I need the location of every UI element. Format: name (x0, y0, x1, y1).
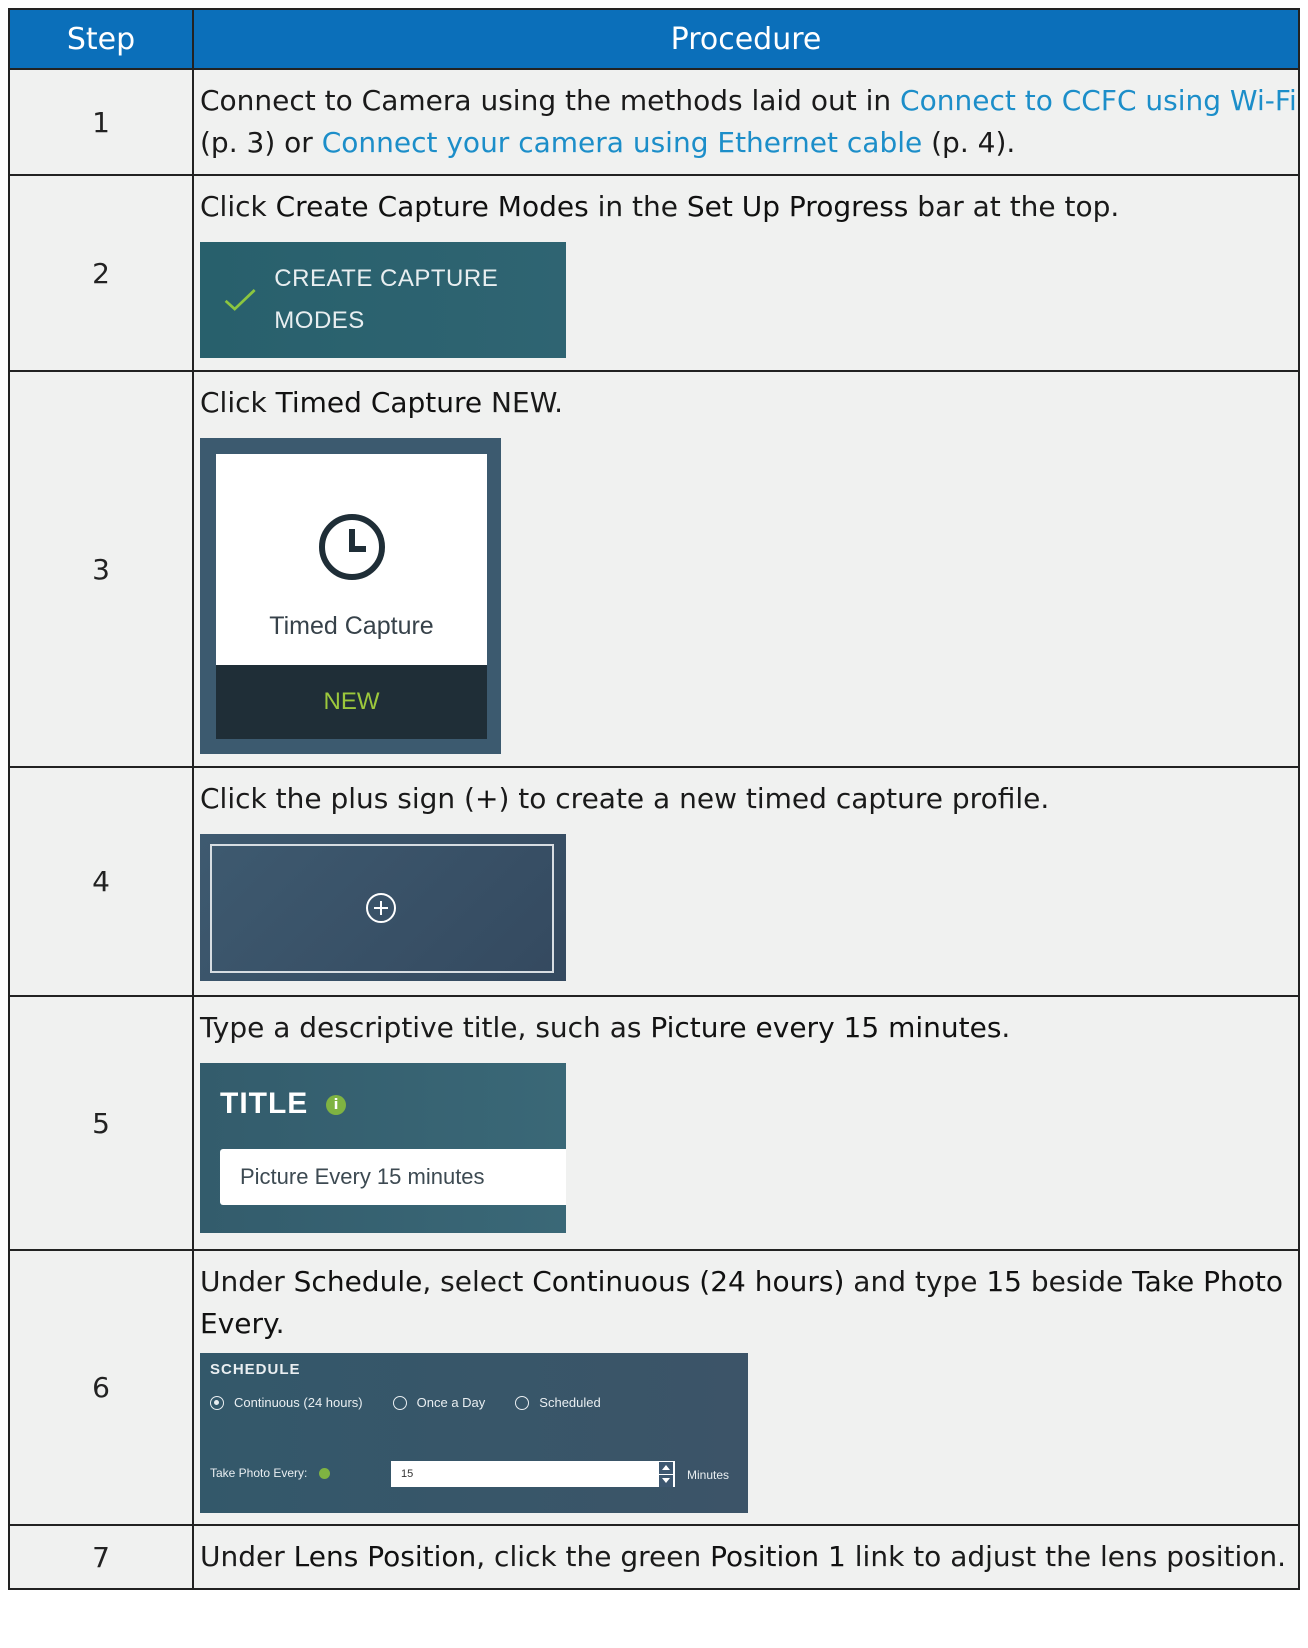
procedure-cell: Click Create Capture Modes in the Set Up… (192, 174, 1300, 372)
create-capture-modes-label: CREATE CAPTURE MODES (274, 265, 499, 334)
table-row: 1 Connect to Camera using the methods la… (8, 68, 1300, 176)
procedure-text: Under Lens Position, click the green Pos… (200, 1536, 1298, 1578)
create-capture-modes-screenshot: CREATE CAPTURE MODES (200, 242, 566, 358)
procedure-table: Step Procedure 1 Connect to Camera using… (8, 8, 1300, 1590)
ui-term: Position 1 (710, 1540, 846, 1573)
header-step: Step (8, 8, 194, 70)
timed-capture-card: Timed Capture (216, 454, 487, 665)
timed-capture-screenshot: Timed Capture NEW (200, 438, 501, 754)
radio-label: Continuous (24 hours) (234, 1395, 363, 1410)
text-fragment: Click the plus sign ( (200, 782, 475, 815)
procedure-text: Click the plus sign (+) to create a new … (200, 778, 1298, 820)
text-fragment: and type (844, 1265, 987, 1298)
radio-continuous: Continuous (24 hours) (210, 1395, 363, 1411)
take-photo-label: Take Photo Every: (210, 1466, 308, 1480)
radio-scheduled: Scheduled (515, 1395, 601, 1411)
table-header-row: Step Procedure (8, 8, 1300, 70)
plus-circle-icon (366, 893, 396, 923)
table-row: 2 Click Create Capture Modes in the Set … (8, 174, 1300, 372)
procedure-cell: Under Lens Position, click the green Pos… (192, 1524, 1300, 1590)
new-label: NEW (216, 665, 487, 739)
clock-icon (318, 514, 385, 580)
ui-term: Lens Position (293, 1540, 477, 1573)
title-input: Picture Every 15 minutes (220, 1149, 566, 1205)
ui-term: Picture every 15 minutes (650, 1011, 1002, 1044)
table-row: 7 Under Lens Position, click the green P… (8, 1524, 1300, 1590)
schedule-title: SCHEDULE (210, 1361, 301, 1378)
add-profile-screenshot (200, 834, 566, 981)
link-connect-wifi[interactable]: Connect to CCFC using Wi-Fi (900, 84, 1297, 117)
procedure-text: Click Create Capture Modes in the Set Up… (200, 186, 1298, 228)
text-fragment: NEW. (482, 386, 564, 419)
procedure-text: Click Timed Capture NEW. (200, 382, 1298, 424)
interval-unit: Minutes (687, 1468, 730, 1482)
step-number: 5 (8, 995, 194, 1251)
ui-term: Create Capture Modes (275, 190, 589, 223)
step-number: 6 (8, 1249, 194, 1526)
table-row: 6 Under Schedule, select Continuous (24 … (8, 1249, 1300, 1526)
text-fragment: (p. 3) or (200, 126, 322, 159)
step-number: 1 (8, 68, 194, 176)
procedure-text: Under Schedule, select Continuous (24 ho… (200, 1261, 1298, 1345)
table-row: 3 Click Timed Capture NEW. Timed Capture… (8, 370, 1300, 768)
text-fragment: , click the green (476, 1540, 711, 1573)
radio-label: Scheduled (539, 1395, 601, 1410)
text-fragment: Under (200, 1540, 294, 1573)
text-fragment: bar at the top. (908, 190, 1120, 223)
table-row: 4 Click the plus sign (+) to create a ne… (8, 766, 1300, 997)
text-fragment: Connect to Camera using the methods laid… (200, 84, 901, 117)
text-fragment: , select (422, 1265, 533, 1298)
procedure-text: Connect to Camera using the methods laid… (200, 80, 1298, 164)
text-fragment: ) to create a new timed capture profile. (498, 782, 1050, 815)
procedure-cell: Type a descriptive title, such as Pictur… (192, 995, 1300, 1251)
ui-term: + (474, 782, 499, 815)
step-number: 3 (8, 370, 194, 768)
text-fragment: Under (200, 1265, 294, 1298)
interval-input: 15 (391, 1461, 657, 1487)
schedule-options: Continuous (24 hours) Once a Day Schedul… (210, 1395, 631, 1411)
title-field-screenshot: TITLE i Picture Every 15 minutes (200, 1063, 566, 1233)
radio-selected-icon (210, 1396, 224, 1410)
header-procedure: Procedure (192, 8, 1300, 70)
info-icon: i (326, 1095, 346, 1115)
radio-label: Once a Day (416, 1395, 486, 1410)
info-icon (319, 1467, 331, 1479)
text-fragment: Type a descriptive title, such as (200, 1011, 651, 1044)
procedure-cell: Connect to Camera using the methods laid… (192, 68, 1300, 176)
table-row: 5 Type a descriptive title, such as Pict… (8, 995, 1300, 1251)
spinner-down-icon (659, 1475, 673, 1487)
check-icon (224, 289, 256, 311)
link-connect-ethernet[interactable]: Connect your camera using Ethernet cable (322, 126, 923, 159)
text-fragment: beside (1021, 1265, 1133, 1298)
title-label: TITLE (220, 1087, 309, 1120)
ui-term: Continuous (24 hours) (532, 1265, 845, 1298)
text-fragment: (p. 4). (922, 126, 1016, 159)
spinner-up-icon (659, 1462, 673, 1474)
step-number: 7 (8, 1524, 194, 1590)
text-fragment: Click (200, 386, 276, 419)
take-photo-row: Take Photo Every: (210, 1465, 331, 1481)
text-fragment: . (1001, 1011, 1011, 1044)
step-number: 4 (8, 766, 194, 997)
procedure-cell: Click Timed Capture NEW. Timed Capture N… (192, 370, 1300, 768)
step-number: 2 (8, 174, 194, 372)
spinner-icon (657, 1461, 675, 1487)
radio-icon (515, 1396, 530, 1410)
schedule-screenshot: SCHEDULE Continuous (24 hours) Once a Da… (200, 1353, 748, 1513)
text-fragment: in the (588, 190, 687, 223)
radio-once-a-day: Once a Day (392, 1395, 486, 1411)
procedure-text: Type a descriptive title, such as Pictur… (200, 1007, 1298, 1049)
procedure-cell: Under Schedule, select Continuous (24 ho… (192, 1249, 1300, 1526)
ui-term: Set Up Progress (686, 190, 909, 223)
timed-capture-label: Timed Capture (269, 612, 434, 640)
ui-term: Schedule (293, 1265, 423, 1298)
radio-icon (392, 1396, 407, 1410)
ui-term: Timed Capture (275, 386, 483, 419)
procedure-cell: Click the plus sign (+) to create a new … (192, 766, 1300, 997)
ui-term: 15 (986, 1265, 1022, 1298)
text-fragment: . (275, 1307, 285, 1340)
text-fragment: link to adjust the lens position. (845, 1540, 1287, 1573)
text-fragment: Click (200, 190, 276, 223)
